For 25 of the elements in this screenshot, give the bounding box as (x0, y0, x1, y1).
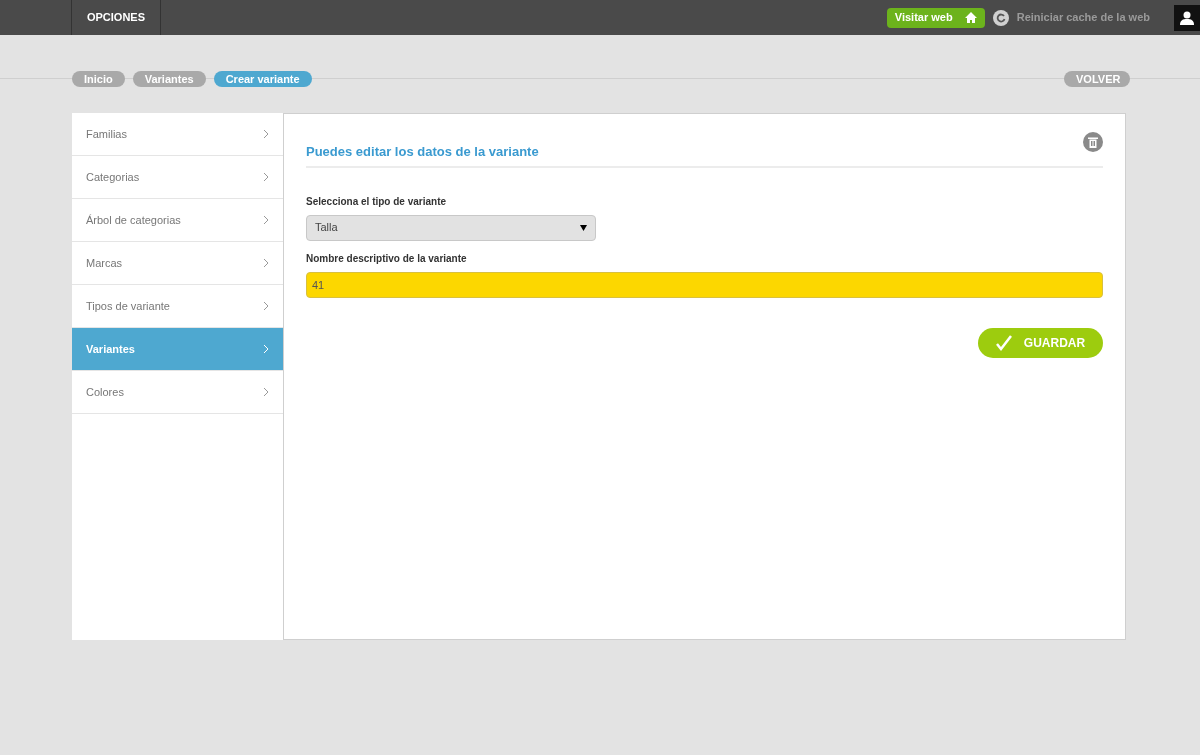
chevron-right-icon (263, 129, 269, 139)
chevron-right-icon (263, 172, 269, 182)
user-button[interactable] (1174, 4, 1200, 31)
breadcrumb-link[interactable]: Crear variante (213, 71, 312, 87)
chevron-right-icon (263, 301, 269, 311)
refresh-icon[interactable] (992, 9, 1009, 26)
chevron-right-icon (263, 344, 269, 354)
visit-web-button[interactable]: Visitar web (886, 7, 985, 28)
user-icon (1180, 10, 1194, 25)
trash-icon (1088, 136, 1098, 148)
sidebar-item[interactable]: Variantes (72, 328, 283, 371)
chevron-right-icon (263, 215, 269, 225)
trash-button[interactable] (1083, 132, 1103, 152)
form-title: Puedes editar los datos de la variante (306, 143, 539, 161)
reset-cache-link[interactable]: Reiniciar cache de la web (1016, 9, 1150, 26)
chevron-right-icon (263, 387, 269, 397)
menu-tab[interactable]: OPCIONES (72, 0, 161, 35)
type-label: Selecciona el tipo de variante (306, 194, 448, 209)
caret-icon (580, 224, 587, 231)
name-field[interactable]: 41 (306, 271, 1103, 298)
chevron-right-icon (263, 258, 269, 268)
home-icon (964, 12, 977, 23)
type-select[interactable]: Talla (306, 214, 596, 241)
name-label: Nombre descriptivo de la variante (306, 251, 468, 266)
checkmark-icon (995, 334, 1012, 351)
